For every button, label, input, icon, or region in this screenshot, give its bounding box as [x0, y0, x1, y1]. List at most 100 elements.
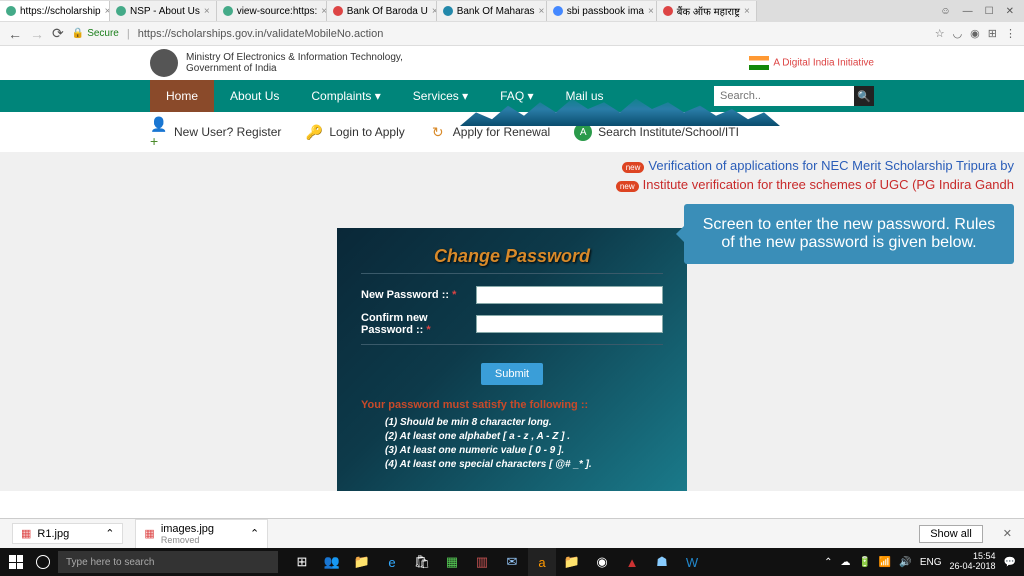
battery-icon[interactable]: 🔋 [858, 557, 870, 568]
digital-india-label: A Digital India Initiative [749, 56, 874, 70]
mail-icon[interactable]: ✉ [498, 548, 526, 576]
address-bar: ← → ⟳ 🔒 Secure | https://scholarships.go… [0, 22, 1024, 46]
windows-icon [9, 555, 23, 569]
close-icon[interactable]: × [539, 6, 545, 17]
file-icon: ▦ [144, 527, 154, 540]
task-view-icon[interactable]: ⊞ [288, 548, 316, 576]
download-item[interactable]: ▦R1.jpg⌃ [12, 523, 123, 544]
maximize-icon[interactable]: ☐ [985, 6, 994, 17]
search-icon[interactable]: 🔍 [854, 86, 874, 106]
menu-icon[interactable]: ⋮ [1005, 27, 1016, 40]
rule-item: (2) At least one alphabet [ a - z , A - … [385, 431, 663, 442]
panel-title: Change Password [361, 246, 663, 267]
clock[interactable]: 15:5426-04-2018 [950, 552, 996, 572]
browser-tab[interactable]: बैंक ऑफ महाराष्ट्र× [657, 1, 757, 21]
flag-icon [749, 56, 769, 70]
taskbar: Type here to search ⊞ 👥 📁 e 🛍 ▦ ▥ ✉ a 📁 … [0, 548, 1024, 576]
rule-item: (4) At least one special characters [ @#… [385, 459, 663, 470]
rule-item: (1) Should be min 8 character long. [385, 417, 663, 428]
explorer-icon[interactable]: 📁 [558, 548, 586, 576]
new-badge: new [622, 162, 645, 173]
user-plus-icon: 👤+ [150, 123, 168, 141]
volume-icon[interactable]: 🔊 [899, 557, 911, 568]
new-user-link[interactable]: 👤+New User? Register [150, 123, 281, 141]
extension-icon[interactable]: ◉ [970, 27, 980, 40]
close-icon[interactable]: × [648, 6, 654, 17]
browser-tab[interactable]: Bank Of Baroda U× [327, 1, 437, 21]
close-icon[interactable]: × [204, 6, 210, 17]
nav-complaints[interactable]: Complaints ▾ [295, 80, 396, 112]
change-password-panel: Change Password New Password :: * Confir… [337, 228, 687, 491]
govt-text: Government of India [186, 63, 403, 74]
new-badge: new [616, 181, 639, 192]
close-window-icon[interactable]: ✕ [1006, 6, 1014, 17]
back-icon[interactable]: ← [8, 26, 22, 42]
browser-tab[interactable]: https://scholarship× [0, 1, 110, 21]
nav-services[interactable]: Services ▾ [397, 80, 484, 112]
chevron-up-icon[interactable]: ⌃ [250, 527, 259, 540]
notif-link[interactable]: Institute verification for three schemes… [643, 177, 1014, 192]
edge-icon[interactable]: e [378, 548, 406, 576]
onedrive-icon[interactable]: ☁ [840, 557, 850, 568]
wifi-icon[interactable]: 📶 [879, 557, 891, 568]
forward-icon[interactable]: → [30, 26, 44, 42]
browser-tab[interactable]: sbi passbook ima× [547, 1, 657, 21]
app-icon[interactable]: ▦ [438, 548, 466, 576]
rules-heading: Your password must satisfy the following… [361, 399, 663, 411]
notifications-icon[interactable]: 💬 [1004, 557, 1016, 568]
reload-icon[interactable]: ⟳ [52, 25, 64, 42]
new-password-input[interactable] [476, 286, 663, 304]
taskbar-search[interactable]: Type here to search [58, 551, 278, 573]
notification-marquee: newVerification of applications for NEC … [0, 152, 1024, 198]
close-icon[interactable]: × [744, 6, 750, 17]
browser-tab[interactable]: Bank Of Maharas× [437, 1, 547, 21]
explorer-icon[interactable]: 📁 [348, 548, 376, 576]
site-header: Ministry Of Electronics & Information Te… [0, 46, 1024, 80]
main-nav: Home About Us Complaints ▾ Services ▾ FA… [0, 80, 1024, 112]
refresh-icon: ↻ [429, 123, 447, 141]
nav-home[interactable]: Home [150, 80, 214, 112]
user-icon[interactable]: ☺ [940, 6, 950, 17]
minimize-icon[interactable]: — [963, 6, 973, 17]
chevron-up-icon[interactable]: ⌃ [105, 527, 114, 540]
password-rules: (1) Should be min 8 character long. (2) … [361, 417, 663, 470]
chrome-icon[interactable]: ◉ [588, 548, 616, 576]
emblem-icon [150, 49, 178, 77]
help-callout: Screen to enter the new password. Rules … [684, 204, 1014, 264]
nav-search-input[interactable] [714, 86, 854, 106]
store-icon[interactable]: 🛍 [408, 548, 436, 576]
key-icon: 🔑 [305, 123, 323, 141]
start-button[interactable] [0, 548, 32, 576]
show-all-button[interactable]: Show all [919, 525, 983, 543]
extension-icon[interactable]: ⊞ [988, 27, 997, 40]
star-icon[interactable]: ☆ [935, 27, 945, 40]
nav-about[interactable]: About Us [214, 80, 295, 112]
browser-tab[interactable]: NSP - About Us× [110, 1, 217, 21]
url-text[interactable]: https://scholarships.gov.in/validateMobi… [138, 28, 927, 40]
confirm-password-input[interactable] [476, 315, 663, 333]
rule-item: (3) At least one numeric value [ 0 - 9 ]… [385, 445, 663, 456]
download-bar: ▦R1.jpg⌃ ▦images.jpgRemoved⌃ Show all ✕ [0, 518, 1024, 548]
browser-tab[interactable]: view-source:https:× [217, 1, 327, 21]
secure-badge: 🔒 Secure [72, 28, 119, 39]
pocket-icon[interactable]: ◡ [953, 27, 963, 40]
cortana-icon[interactable] [32, 555, 54, 569]
download-item[interactable]: ▦images.jpgRemoved⌃ [135, 519, 268, 549]
login-link[interactable]: 🔑Login to Apply [305, 123, 404, 141]
ministry-text: Ministry Of Electronics & Information Te… [186, 52, 403, 63]
notif-link[interactable]: Verification of applications for NEC Mer… [648, 158, 1014, 173]
app-icon[interactable]: ☗ [648, 548, 676, 576]
word-icon[interactable]: W [678, 548, 706, 576]
app-icon[interactable]: ▥ [468, 548, 496, 576]
language-indicator[interactable]: ENG [920, 557, 942, 568]
browser-tab-strip: https://scholarship× NSP - About Us× vie… [0, 0, 1024, 22]
amazon-icon[interactable]: a [528, 548, 556, 576]
system-tray: ⌃ ☁ 🔋 📶 🔊 ENG 15:5426-04-2018 💬 [816, 552, 1024, 572]
close-icon[interactable]: ✕ [1003, 527, 1012, 540]
people-icon[interactable]: 👥 [318, 548, 346, 576]
chevron-up-icon[interactable]: ⌃ [824, 557, 832, 568]
submit-button[interactable]: Submit [481, 363, 543, 385]
new-password-label: New Password :: * [361, 289, 476, 301]
file-icon: ▦ [21, 527, 31, 540]
app-icon[interactable]: ▲ [618, 548, 646, 576]
